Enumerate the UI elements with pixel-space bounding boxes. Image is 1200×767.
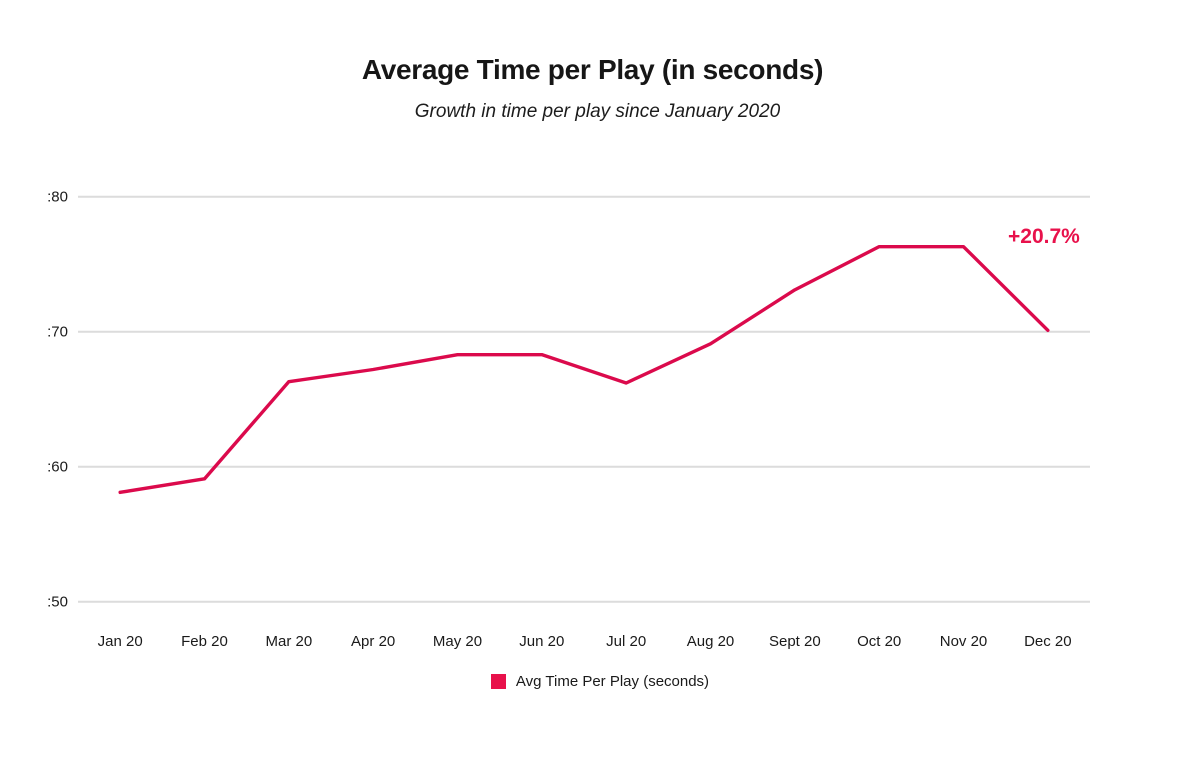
x-axis-tick-label: Feb 20 <box>181 633 228 650</box>
x-axis-tick-label: Mar 20 <box>265 633 313 650</box>
legend-color-swatch <box>490 674 506 689</box>
chart-container: Average Time per Play (in seconds) Growt… <box>0 0 1200 767</box>
series-layer <box>118 244 1050 495</box>
x-axis-tick-label: Nov 20 <box>939 633 988 650</box>
line-chart-svg <box>78 195 1090 603</box>
x-axis-tick-label: Jul 20 <box>606 633 647 650</box>
x-axis-tick-label: Jun 20 <box>519 633 565 650</box>
y-axis-tick-label: :70 <box>47 323 68 341</box>
x-axis-tick-label: Aug 20 <box>686 633 735 650</box>
plot-area: :80 :70 :60 :50 Jan 20 Feb 20 Mar 20 Apr 20 May… <box>0 0 1200 767</box>
y-axis-tick-label: :80 <box>47 188 68 206</box>
x-axis-tick-label: Oct 20 <box>857 633 902 650</box>
legend-item[interactable]: Avg Time Per Play (seconds) <box>490 673 710 690</box>
y-axis-tick-label: :50 <box>47 593 68 611</box>
x-axis-tick-label: Sept 20 <box>768 633 821 650</box>
x-axis-tick-label: May 20 <box>432 633 483 650</box>
chart-legend: Avg Time Per Play (seconds) <box>0 673 1200 690</box>
legend-item-label: Avg Time Per Play (seconds) <box>515 673 710 690</box>
y-axis-tick-label: :60 <box>47 458 68 476</box>
x-axis-tick-label: Apr 20 <box>351 633 396 650</box>
x-axis-tick-label: Dec 20 <box>1024 633 1072 650</box>
gridlines <box>78 195 1090 603</box>
data-series-line <box>118 244 1050 495</box>
x-axis-tick-label: Jan 20 <box>97 633 143 650</box>
growth-annotation: +20.7% <box>1008 225 1080 248</box>
